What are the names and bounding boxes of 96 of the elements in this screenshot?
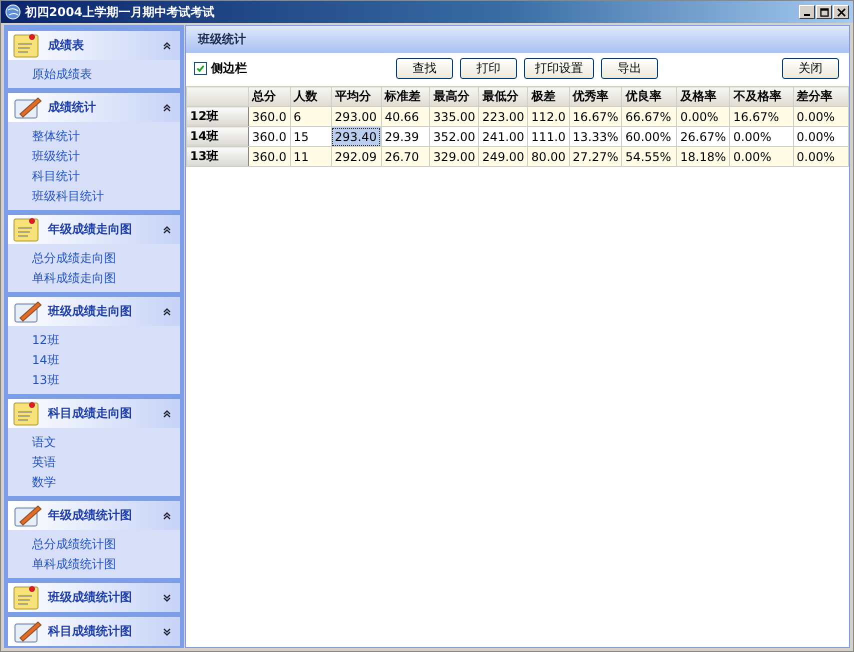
nav-link[interactable]: 14班 xyxy=(32,350,60,370)
group-title: 科目成绩统计图 xyxy=(48,623,133,640)
expand-icon[interactable] xyxy=(162,626,172,636)
nav-link[interactable]: 单科成绩走向图 xyxy=(32,268,116,288)
row-header[interactable]: 13班 xyxy=(186,146,249,166)
group-header[interactable]: 科目成绩统计图 xyxy=(8,617,180,646)
nav-link[interactable]: 单科成绩统计图 xyxy=(32,554,116,574)
table-cell: 293.40 xyxy=(331,126,382,146)
window-title: 初四2004上学期一月期中考试考试 xyxy=(25,4,216,20)
table-cell: 329.00 xyxy=(430,146,479,166)
collapse-icon[interactable] xyxy=(162,306,172,316)
table-cell: 249.00 xyxy=(478,146,528,166)
column-header[interactable]: 标准差 xyxy=(381,86,430,106)
table-cell: 112.0 xyxy=(528,106,570,126)
column-header[interactable]: 极差 xyxy=(528,86,570,106)
group-header[interactable]: 成绩表 xyxy=(8,31,180,60)
collapse-icon[interactable] xyxy=(162,408,172,418)
row-header[interactable]: 14班 xyxy=(186,126,249,146)
maximize-button[interactable] xyxy=(816,5,832,19)
group-title: 班级成绩统计图 xyxy=(48,589,133,606)
table-cell: 0.00% xyxy=(730,146,794,166)
column-header[interactable]: 优良率 xyxy=(622,86,677,106)
table-cell: 54.55% xyxy=(622,146,677,166)
expand-icon[interactable] xyxy=(162,592,172,602)
column-header[interactable]: 优秀率 xyxy=(569,86,622,106)
table-cell: 223.00 xyxy=(478,106,528,126)
nav-link[interactable]: 语文 xyxy=(32,432,56,452)
table-cell: 16.67% xyxy=(730,106,794,126)
column-header[interactable]: 及格率 xyxy=(676,86,730,106)
table-cell: 26.70 xyxy=(381,146,430,166)
group-title: 科目成绩走向图 xyxy=(48,405,133,422)
table-cell: 0.00% xyxy=(676,106,730,126)
panel-title: 班级统计 xyxy=(198,31,246,48)
table-cell: 27.27% xyxy=(569,146,622,166)
nav-link[interactable]: 13班 xyxy=(32,370,60,390)
collapse-icon[interactable] xyxy=(162,40,172,50)
nav-link[interactable]: 整体统计 xyxy=(32,126,80,146)
maximize-icon xyxy=(820,8,828,16)
column-header[interactable]: 最低分 xyxy=(478,86,528,106)
table-cell: 360.0 xyxy=(248,106,290,126)
toolbar-button[interactable]: 查找 xyxy=(396,58,453,78)
group-title: 年级成绩走向图 xyxy=(48,221,133,238)
nav-link[interactable]: 总分成绩走向图 xyxy=(32,248,116,268)
nav-link[interactable]: 数学 xyxy=(32,472,56,492)
column-header[interactable]: 差分率 xyxy=(793,86,848,106)
collapse-icon[interactable] xyxy=(162,102,172,112)
nav-link[interactable]: 总分成绩统计图 xyxy=(32,534,116,554)
close-panel-button[interactable]: 关闭 xyxy=(782,58,839,78)
column-header[interactable]: 最高分 xyxy=(430,86,479,106)
toolbar-button[interactable]: 打印 xyxy=(460,58,517,78)
table-cell: 16.67% xyxy=(569,106,622,126)
toolbar-button[interactable]: 打印设置 xyxy=(524,58,594,78)
collapse-icon[interactable] xyxy=(162,510,172,520)
column-header[interactable]: 不及格率 xyxy=(730,86,794,106)
group-header[interactable]: 班级成绩走向图 xyxy=(8,297,180,326)
column-header[interactable]: 人数 xyxy=(290,86,332,106)
corner-cell xyxy=(186,86,249,106)
globe-icon xyxy=(5,4,21,20)
close-icon xyxy=(836,8,846,16)
group-header[interactable]: 班级成绩统计图 xyxy=(8,583,180,612)
table-cell: 6 xyxy=(290,106,332,126)
nav-link[interactable]: 12班 xyxy=(32,330,60,350)
group-header[interactable]: 科目成绩走向图 xyxy=(8,399,180,428)
nav-link[interactable]: 原始成绩表 xyxy=(32,64,92,84)
nav-link[interactable]: 科目统计 xyxy=(32,166,80,186)
column-header[interactable]: 平均分 xyxy=(331,86,382,106)
nav-link[interactable]: 英语 xyxy=(32,452,56,472)
close-button[interactable] xyxy=(833,5,849,19)
group-header[interactable]: 成绩统计 xyxy=(8,93,180,122)
group-title: 班级成绩走向图 xyxy=(48,303,133,320)
table-cell: 66.67% xyxy=(622,106,677,126)
nav-link[interactable]: 班级科目统计 xyxy=(32,186,104,206)
group-header[interactable]: 年级成绩统计图 xyxy=(8,501,180,530)
collapse-icon[interactable] xyxy=(162,224,172,234)
group-title: 成绩表 xyxy=(48,37,85,54)
table-cell: 0.00% xyxy=(793,106,848,126)
group-title: 成绩统计 xyxy=(48,99,97,116)
table-cell: 360.0 xyxy=(248,146,290,166)
checkbox-label: 侧边栏 xyxy=(211,60,247,76)
minimize-button[interactable] xyxy=(799,5,815,19)
table-cell: 80.00 xyxy=(528,146,570,166)
group-title: 年级成绩统计图 xyxy=(48,507,133,524)
table-cell: 335.00 xyxy=(430,106,479,126)
table-cell: 0.00% xyxy=(793,146,848,166)
table-cell: 292.09 xyxy=(331,146,382,166)
table-cell: 18.18% xyxy=(676,146,730,166)
checkbox[interactable] xyxy=(194,62,207,74)
table-cell: 293.00 xyxy=(331,106,382,126)
row-header[interactable]: 12班 xyxy=(186,106,249,126)
table-cell: 11 xyxy=(290,146,332,166)
table-cell: 40.66 xyxy=(381,106,430,126)
group-header[interactable]: 年级成绩走向图 xyxy=(8,215,180,244)
column-header[interactable]: 总分 xyxy=(248,86,290,106)
minimize-icon xyxy=(804,14,810,16)
nav-link[interactable]: 班级统计 xyxy=(32,146,80,166)
toolbar-button[interactable]: 导出 xyxy=(601,58,658,78)
